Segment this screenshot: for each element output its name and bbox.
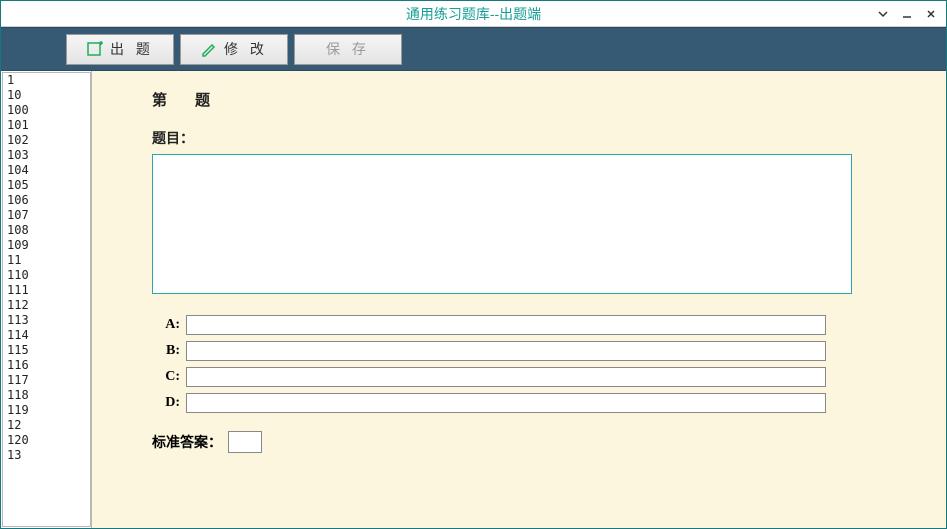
edit-icon bbox=[200, 40, 218, 58]
option-label: A: bbox=[152, 317, 186, 333]
list-item[interactable]: 107 bbox=[3, 208, 90, 223]
list-item[interactable]: 1 bbox=[3, 73, 90, 88]
titlebar: 通用练习题库--出题端 bbox=[1, 1, 946, 27]
option-input[interactable] bbox=[186, 315, 826, 335]
option-row: B: bbox=[152, 341, 912, 361]
list-item[interactable]: 105 bbox=[3, 178, 90, 193]
save-button[interactable]: 保 存 bbox=[294, 34, 402, 65]
option-label: B: bbox=[152, 343, 186, 359]
new-question-label: 出 题 bbox=[110, 39, 154, 59]
option-label: C: bbox=[152, 369, 186, 385]
question-list[interactable]: 1101001011021031041051061071081091111011… bbox=[2, 72, 91, 527]
question-number-line: 第题 bbox=[152, 89, 912, 110]
close-button[interactable] bbox=[922, 5, 940, 23]
window-controls bbox=[874, 1, 940, 26]
list-item[interactable]: 119 bbox=[3, 403, 90, 418]
option-row: C: bbox=[152, 367, 912, 387]
minimize-button[interactable] bbox=[898, 5, 916, 23]
app-window: 通用练习题库--出题端 出 题 bbox=[0, 0, 947, 529]
dropdown-icon[interactable] bbox=[874, 5, 892, 23]
option-row: D: bbox=[152, 393, 912, 413]
list-item[interactable]: 111 bbox=[3, 283, 90, 298]
edit-button[interactable]: 修 改 bbox=[180, 34, 288, 65]
list-item[interactable]: 13 bbox=[3, 448, 90, 463]
answer-line: 标准答案： bbox=[152, 431, 912, 453]
list-item[interactable]: 104 bbox=[3, 163, 90, 178]
qnum-suffix: 题 bbox=[195, 93, 210, 109]
option-input[interactable] bbox=[186, 393, 826, 413]
sidebar: 1101001011021031041051061071081091111011… bbox=[1, 71, 92, 528]
list-item[interactable]: 103 bbox=[3, 148, 90, 163]
option-label: D: bbox=[152, 395, 186, 411]
new-icon bbox=[86, 40, 104, 58]
list-item[interactable]: 12 bbox=[3, 418, 90, 433]
question-textarea[interactable] bbox=[152, 154, 852, 294]
list-item[interactable]: 114 bbox=[3, 328, 90, 343]
edit-label: 修 改 bbox=[224, 39, 268, 59]
list-item[interactable]: 11 bbox=[3, 253, 90, 268]
option-input[interactable] bbox=[186, 367, 826, 387]
list-item[interactable]: 106 bbox=[3, 193, 90, 208]
body: 1101001011021031041051061071081091111011… bbox=[1, 71, 946, 528]
list-item[interactable]: 100 bbox=[3, 103, 90, 118]
question-label: 题目： bbox=[152, 128, 912, 148]
list-item[interactable]: 101 bbox=[3, 118, 90, 133]
options-block: A: B: C: D: bbox=[152, 315, 912, 413]
answer-input[interactable] bbox=[228, 431, 262, 453]
list-item[interactable]: 113 bbox=[3, 313, 90, 328]
list-item[interactable]: 117 bbox=[3, 373, 90, 388]
list-item[interactable]: 116 bbox=[3, 358, 90, 373]
list-item[interactable]: 108 bbox=[3, 223, 90, 238]
list-item[interactable]: 120 bbox=[3, 433, 90, 448]
new-question-button[interactable]: 出 题 bbox=[66, 34, 174, 65]
answer-label: 标准答案： bbox=[152, 432, 222, 452]
qnum-prefix: 第 bbox=[152, 93, 167, 109]
list-item[interactable]: 112 bbox=[3, 298, 90, 313]
window-title: 通用练习题库--出题端 bbox=[1, 4, 946, 24]
editor-panel: 第题 题目： A:B:C:D: 标准答案： bbox=[92, 71, 946, 528]
option-row: A: bbox=[152, 315, 912, 335]
toolbar: 出 题 修 改 保 存 bbox=[1, 27, 946, 71]
list-item[interactable]: 102 bbox=[3, 133, 90, 148]
option-input[interactable] bbox=[186, 341, 826, 361]
list-item[interactable]: 109 bbox=[3, 238, 90, 253]
list-item[interactable]: 118 bbox=[3, 388, 90, 403]
list-item[interactable]: 10 bbox=[3, 88, 90, 103]
list-item[interactable]: 110 bbox=[3, 268, 90, 283]
list-item[interactable]: 115 bbox=[3, 343, 90, 358]
save-label: 保 存 bbox=[326, 39, 370, 59]
